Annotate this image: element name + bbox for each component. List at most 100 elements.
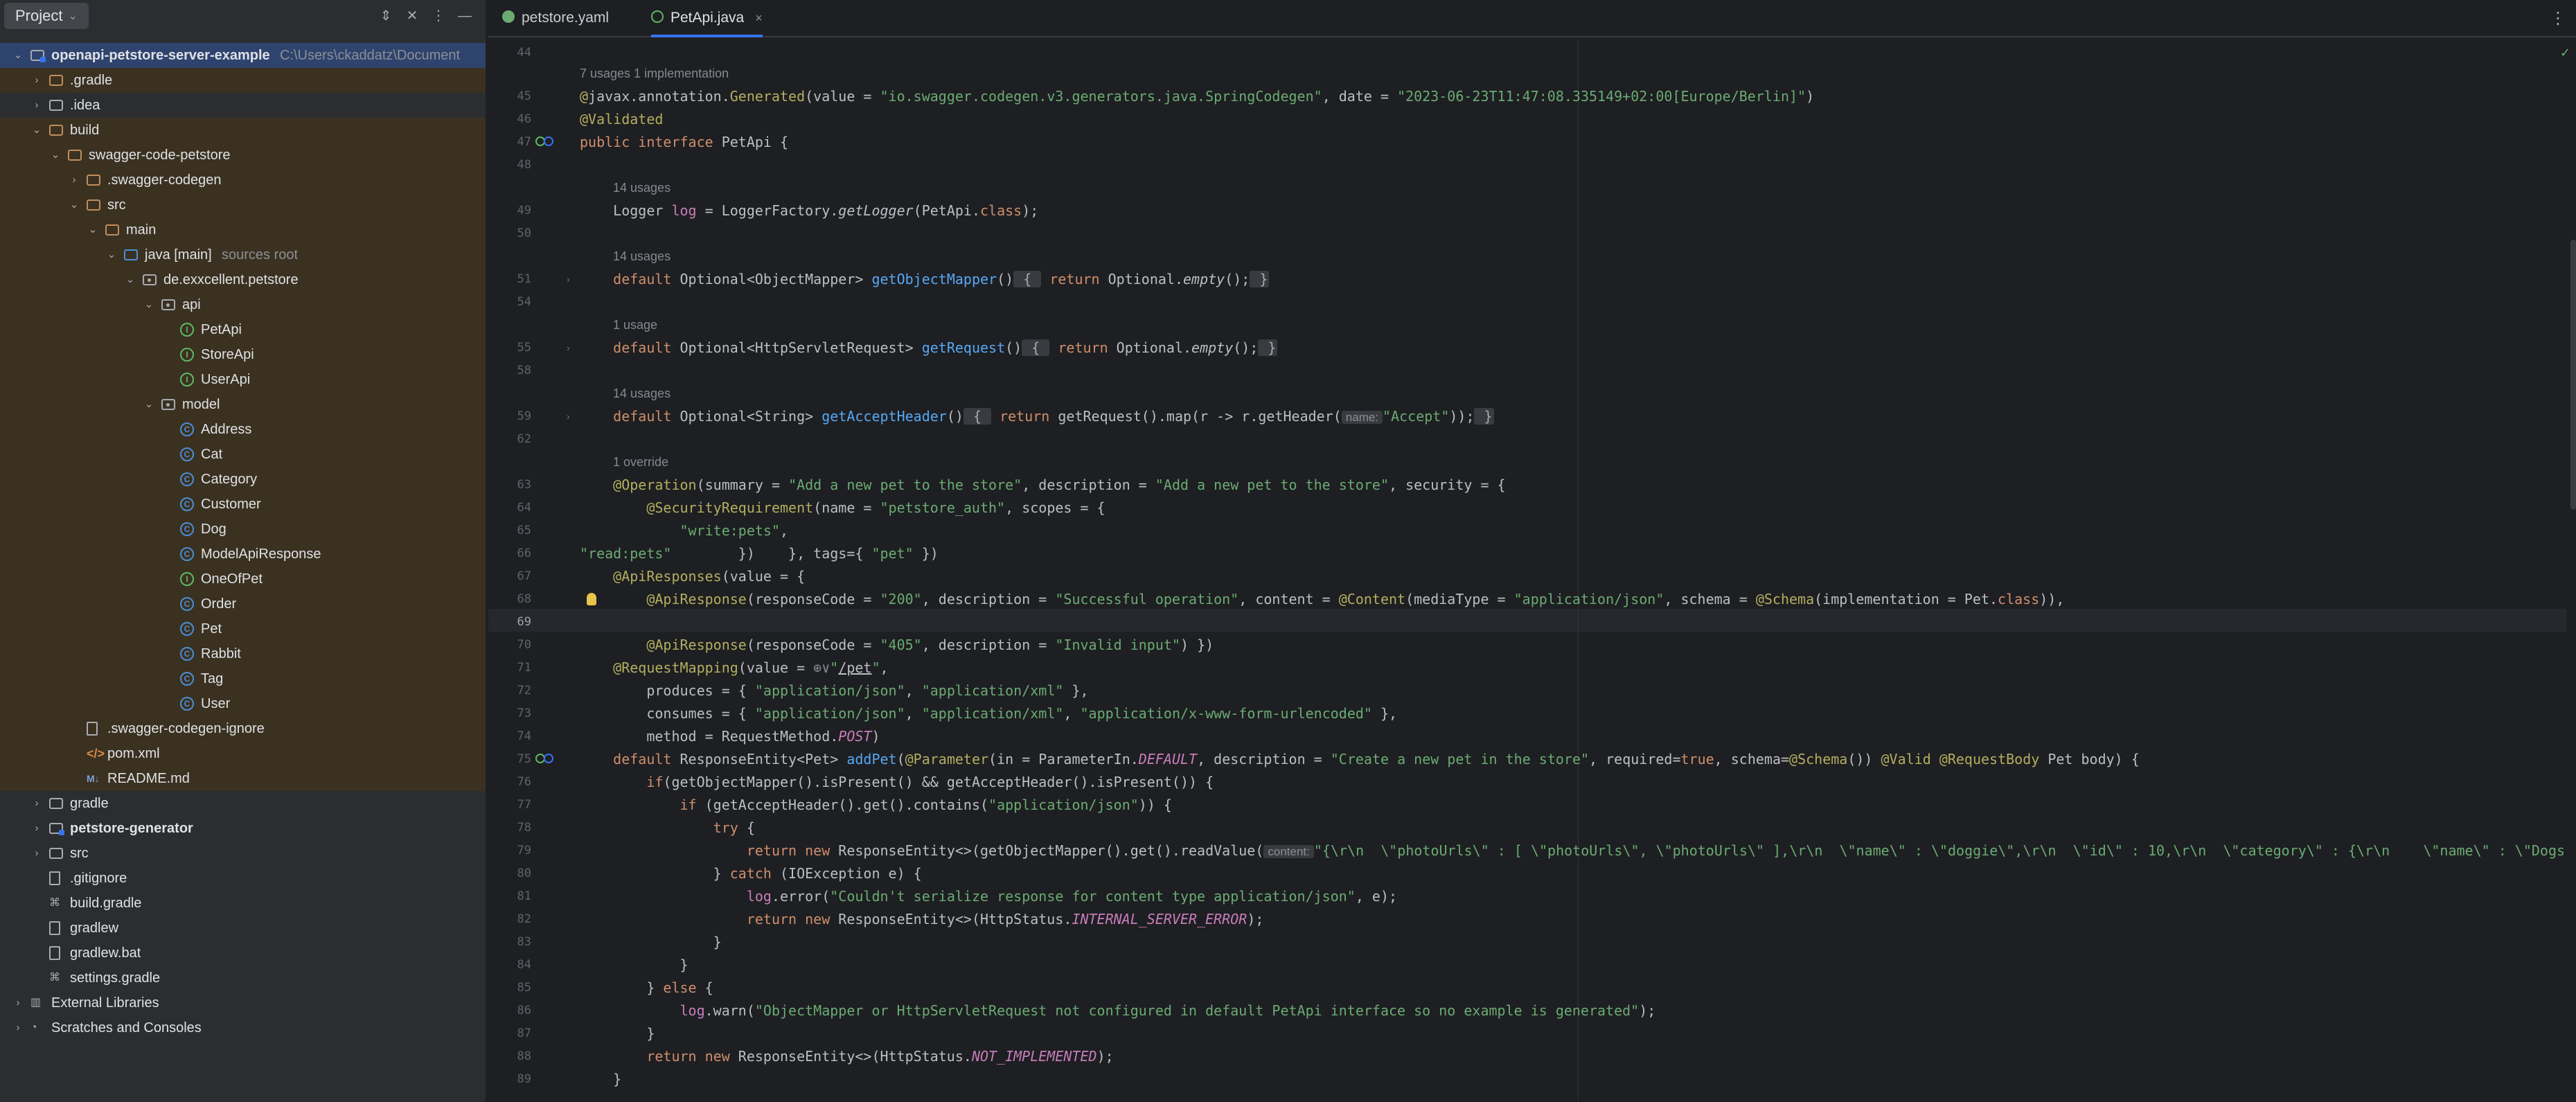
tree-item[interactable]: ⌄ openapi-petstore-server-example C:\Users… [0, 43, 486, 68]
tree-item[interactable]: › src [0, 841, 486, 866]
code-line: default Optional<String> getAcceptHeader… [580, 405, 1494, 429]
chevron-down-icon[interactable]: ⌄ [48, 143, 62, 168]
chevron-down-icon[interactable]: ⌄ [67, 193, 81, 217]
chevron-right-icon[interactable]: › [30, 68, 44, 93]
tree-item[interactable]: › ◔ Scratches and Consoles [0, 1015, 486, 1040]
tree-item[interactable]: ⌄ de.exxcellent.petstore [0, 267, 486, 292]
tree-item[interactable]: ⌄ java [main] sources root [0, 242, 486, 267]
class-icon: C [180, 697, 194, 711]
tree-item[interactable]: ⌘ settings.gradle [0, 966, 486, 990]
tree-item[interactable]: › .gradle [0, 68, 486, 93]
collapse-all-icon[interactable]: ✕ [403, 7, 421, 25]
hide-panel-icon[interactable]: — [456, 7, 474, 25]
chevron-right-icon[interactable]: › [30, 791, 44, 816]
tree-item[interactable]: › .swagger-codegen [0, 168, 486, 193]
tree-item[interactable]: C Category [0, 467, 486, 492]
tree-item[interactable]: C ModelApiResponse [0, 542, 486, 567]
tree-item[interactable]: C User [0, 691, 486, 716]
go-to-implementation-icon[interactable] [544, 754, 553, 763]
code-token: ); [1022, 202, 1039, 219]
code-token: "Accept" [1383, 408, 1450, 425]
options-icon[interactable]: ⋮ [429, 7, 447, 25]
tree-item[interactable]: ⌘ build.gradle [0, 891, 486, 916]
code-vision-hint[interactable]: 7 usages 1 implementation [580, 62, 729, 85]
chevron-down-icon[interactable]: ⌄ [105, 242, 118, 267]
tree-item[interactable]: ⌄ build [0, 118, 486, 143]
tree-item[interactable]: ⌄ main [0, 217, 486, 242]
chevron-down-icon[interactable]: ⌄ [123, 267, 137, 292]
code-token: (mediaType = [1405, 591, 1514, 607]
tree-item[interactable]: gradlew [0, 916, 486, 941]
code-token: } [1250, 271, 1270, 287]
tree-item[interactable]: C Pet [0, 616, 486, 641]
tree-item[interactable]: C Customer [0, 492, 486, 517]
go-to-implementation-icon[interactable] [544, 136, 553, 146]
code-token: log [746, 888, 772, 905]
inspection-ok-icon[interactable]: ✓ [2560, 46, 2570, 60]
tree-item[interactable]: ⌄ model [0, 392, 486, 417]
code-token: addPet [846, 751, 897, 767]
code-vision-hint[interactable]: 1 override [613, 451, 668, 474]
tree-item[interactable]: I StoreApi [0, 342, 486, 367]
expand-collapse-icon[interactable]: ⇕ [377, 7, 395, 25]
tree-item-label: Pet [201, 621, 222, 637]
tree-item[interactable]: ⌄ src [0, 193, 486, 217]
tab-petstore-yaml[interactable]: petstore.yaml [502, 0, 609, 36]
tree-item[interactable]: ⌄ api [0, 292, 486, 317]
tree-item[interactable]: › .idea [0, 93, 486, 118]
tree-item[interactable]: ⌄ swagger-code-petstore [0, 143, 486, 168]
chevron-right-icon[interactable]: › [30, 841, 44, 866]
tree-item[interactable]: gradlew.bat [0, 941, 486, 966]
tree-item[interactable]: › gradle [0, 791, 486, 816]
tree-item[interactable]: C Order [0, 592, 486, 616]
code-editor[interactable]: 44 45 46 47 48 49 50 51 › 54 55 › 58 59 › 62 63 64 65 66 67 6… [488, 39, 2576, 1102]
line-number: 58 [517, 364, 531, 377]
chevron-down-icon[interactable]: ⌄ [86, 217, 100, 242]
more-tabs-icon[interactable]: ⋮ [2550, 8, 2566, 28]
tree-item-label: pom.xml [107, 746, 160, 761]
tree-item[interactable]: </> pom.xml [0, 741, 486, 766]
tree-item[interactable]: I OneOfPet [0, 567, 486, 592]
tree-item[interactable]: C Cat [0, 442, 486, 467]
code-token: (responseCode = [746, 637, 880, 653]
close-icon[interactable]: × [755, 11, 763, 25]
tree-item[interactable]: C Address [0, 417, 486, 442]
chevron-down-icon[interactable]: ⌄ [11, 43, 25, 68]
tree-item[interactable]: .gitignore [0, 866, 486, 891]
code-token: @ApiResponse [646, 591, 747, 607]
tab-petapi-java[interactable]: PetApi.java × [651, 0, 763, 37]
tree-item[interactable]: › petstore-generator [0, 816, 486, 841]
tree-item[interactable]: I UserApi [0, 367, 486, 392]
tree-item[interactable]: C Tag [0, 666, 486, 691]
fold-icon[interactable]: › [567, 268, 570, 291]
chevron-right-icon[interactable]: › [11, 1015, 25, 1040]
tree-item[interactable]: .swagger-codegen-ignore [0, 716, 486, 741]
tree-item[interactable]: › ▥ External Libraries [0, 990, 486, 1015]
code-vision-hint[interactable]: 14 usages [613, 177, 670, 199]
code-vision-hint[interactable]: 14 usages [613, 382, 670, 405]
tab-label: PetApi.java [670, 10, 745, 26]
chevron-right-icon[interactable]: › [30, 93, 44, 118]
chevron-down-icon[interactable]: ⌄ [30, 118, 44, 143]
vertical-scrollbar[interactable] [2570, 240, 2576, 510]
chevron-right-icon[interactable]: › [11, 990, 25, 1015]
chevron-right-icon[interactable]: › [30, 816, 44, 841]
tree-item[interactable]: C Dog [0, 517, 486, 542]
tree-item[interactable]: M↓ README.md [0, 766, 486, 791]
code-vision-hint[interactable]: 14 usages [613, 245, 670, 268]
chevron-down-icon[interactable]: ⌄ [142, 292, 156, 317]
code-line: } [580, 1022, 655, 1045]
tree-item[interactable]: I PetApi [0, 317, 486, 342]
code-token: = LoggerFactory. [696, 202, 839, 219]
code-vision-hint[interactable]: 1 usage [613, 314, 657, 337]
tree-item[interactable]: C Rabbit [0, 641, 486, 666]
code-token: Optional<String> [679, 408, 822, 425]
fold-icon[interactable]: › [567, 337, 570, 359]
chevron-right-icon[interactable]: › [67, 168, 81, 193]
project-view-selector[interactable]: Project ⌄ [4, 3, 89, 29]
fold-icon[interactable]: › [567, 405, 570, 428]
chevron-down-icon[interactable]: ⌄ [142, 392, 156, 417]
